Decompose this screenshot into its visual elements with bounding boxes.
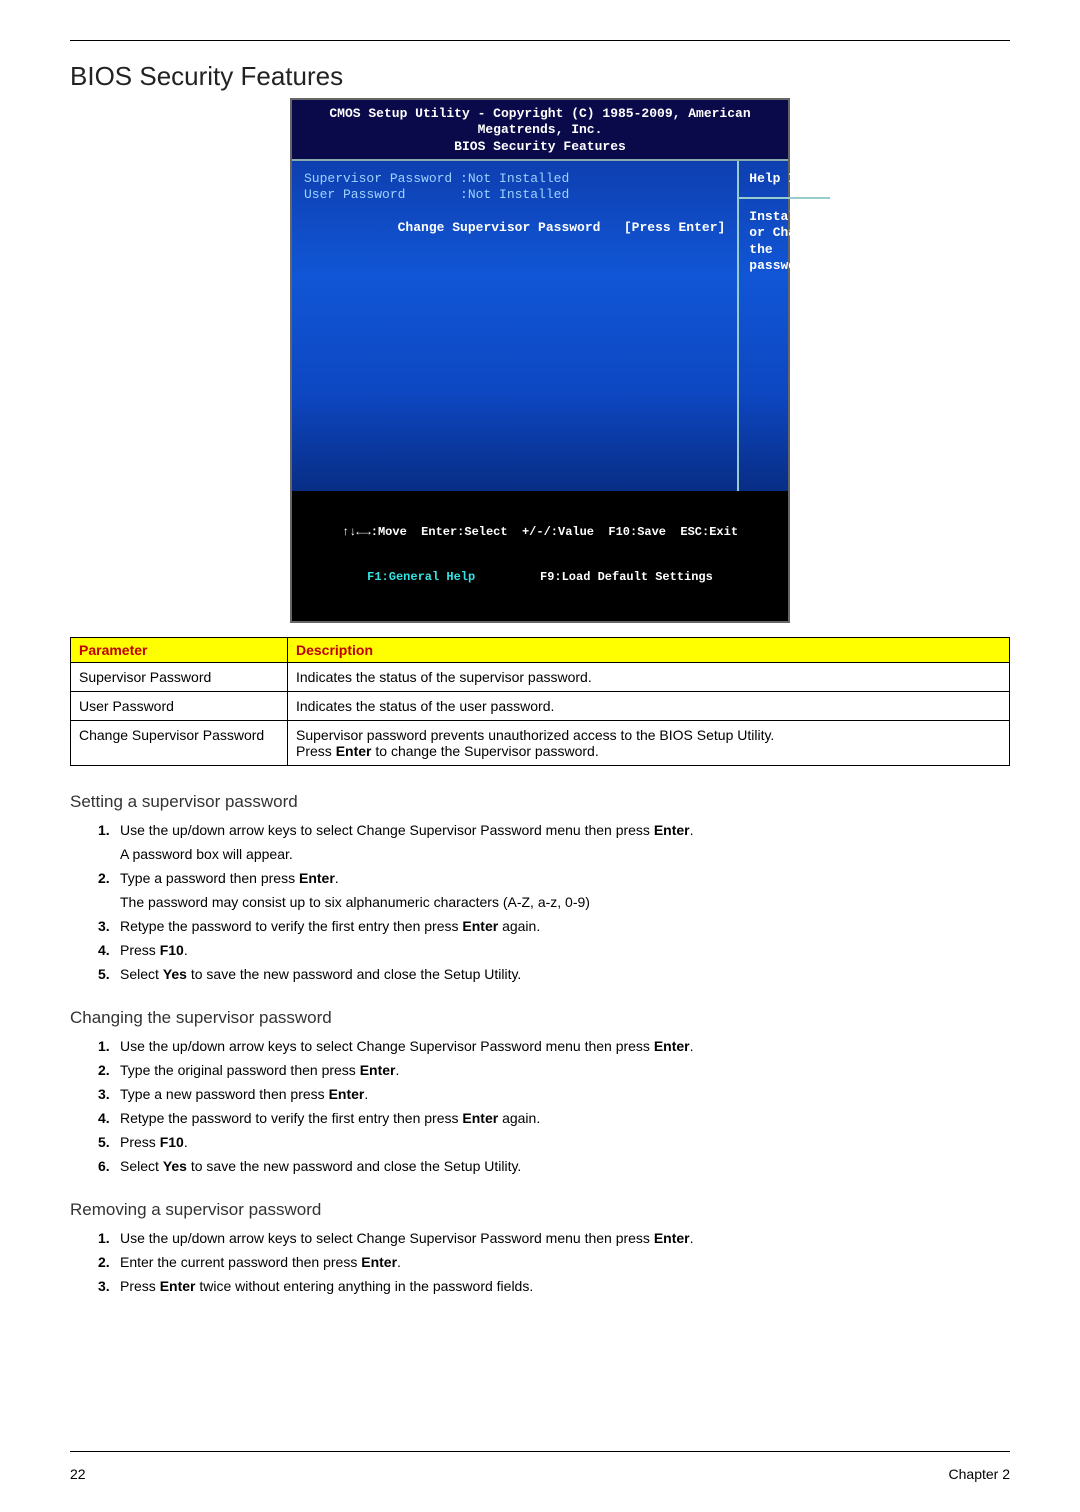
bios-left-panel: Supervisor Password :Not Installed User …: [292, 161, 739, 491]
list-item: 1. Use the up/down arrow keys to select …: [98, 1038, 1010, 1054]
bios-row-change-supervisor: Change Supervisor Password [Press Enter]: [304, 203, 725, 252]
list-item: 5. Select Yes to save the new password a…: [98, 966, 1010, 982]
list-item: 2. Type the original password then press…: [98, 1062, 1010, 1078]
bios-title-line1: CMOS Setup Utility - Copyright (C) 1985-…: [296, 106, 784, 139]
list-item: 5. Press F10.: [98, 1134, 1010, 1150]
bios-title-bar: CMOS Setup Utility - Copyright (C) 1985-…: [292, 100, 788, 161]
subhead-setting: Setting a supervisor password: [70, 792, 1010, 812]
chapter-label: Chapter 2: [949, 1466, 1010, 1482]
subhead-removing: Removing a supervisor password: [70, 1200, 1010, 1220]
list-item: 4. Retype the password to verify the fir…: [98, 1110, 1010, 1126]
section-title: BIOS Security Features: [70, 61, 1010, 92]
bios-title-line2: BIOS Security Features: [296, 139, 784, 155]
list-item: 1. Use the up/down arrow keys to select …: [98, 822, 1010, 862]
bios-row-supervisor: Supervisor Password :Not Installed: [304, 171, 725, 187]
bios-key-footer: ↑↓←→:Move Enter:Select +/-/:Value F10:Sa…: [292, 491, 788, 621]
table-row: Supervisor Password Indicates the status…: [71, 662, 1010, 691]
bios-row-user: User Password :Not Installed: [304, 187, 725, 203]
subhead-changing: Changing the supervisor password: [70, 1008, 1010, 1028]
bios-screenshot: CMOS Setup Utility - Copyright (C) 1985-…: [290, 98, 790, 623]
bios-help-header: Help Item: [739, 161, 829, 199]
list-item: 3. Press Enter twice without entering an…: [98, 1278, 1010, 1294]
top-rule: [70, 40, 1010, 41]
list-item: 3. Retype the password to verify the fir…: [98, 918, 1010, 934]
list-item: 2. Type a password then press Enter. The…: [98, 870, 1010, 910]
list-item: 6. Select Yes to save the new password a…: [98, 1158, 1010, 1174]
col-header-parameter: Parameter: [71, 637, 288, 662]
bios-help-body: Install or Change the password.: [739, 199, 829, 284]
list-item: 4. Press F10.: [98, 942, 1010, 958]
bios-right-panel: Help Item Install or Change the password…: [739, 161, 829, 491]
bottom-rule: [70, 1451, 1010, 1452]
list-item: 2. Enter the current password then press…: [98, 1254, 1010, 1270]
col-header-description: Description: [288, 637, 1010, 662]
parameter-table: Parameter Description Supervisor Passwor…: [70, 637, 1010, 766]
table-row: User Password Indicates the status of th…: [71, 691, 1010, 720]
list-item: 3. Type a new password then press Enter.: [98, 1086, 1010, 1102]
page-footer: 22 Chapter 2: [70, 1466, 1010, 1482]
table-row: Change Supervisor Password Supervisor pa…: [71, 720, 1010, 765]
list-item: 1. Use the up/down arrow keys to select …: [98, 1230, 1010, 1246]
page-number: 22: [70, 1466, 86, 1482]
